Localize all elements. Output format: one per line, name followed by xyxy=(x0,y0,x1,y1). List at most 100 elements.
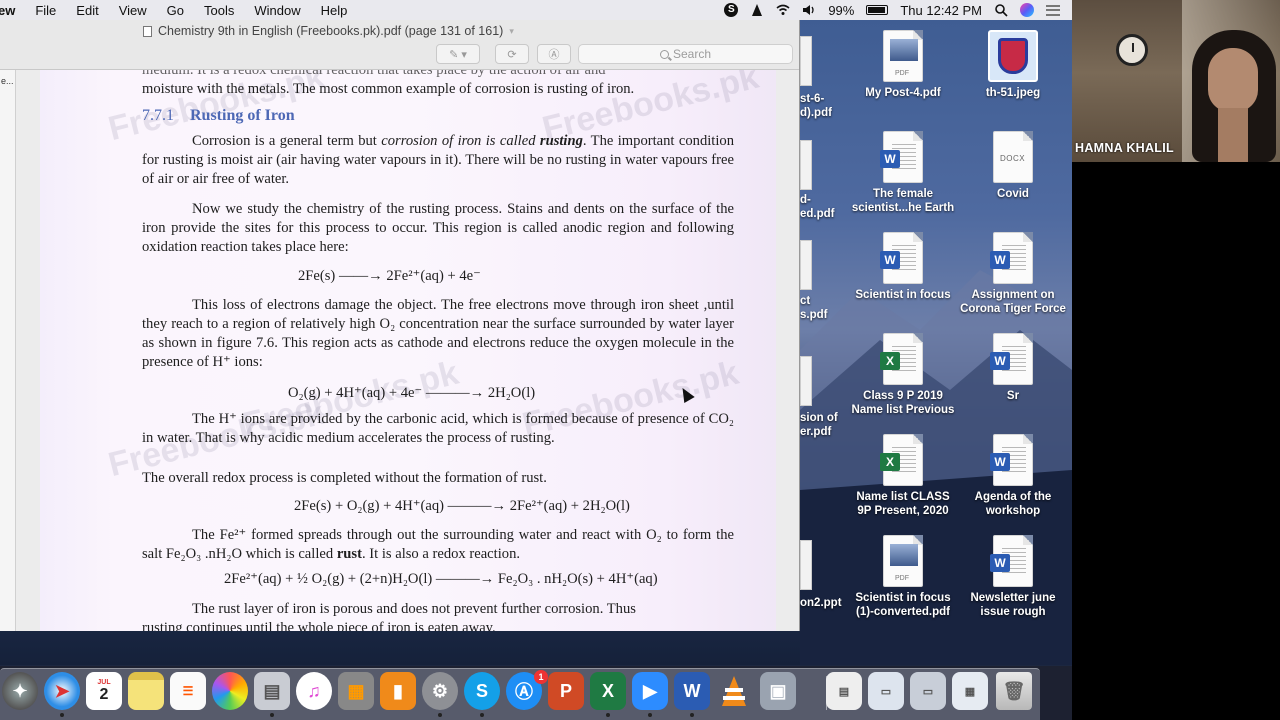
desktop-icon-label: Assignment on Corona Tiger Force xyxy=(960,289,1066,315)
pdf-file-icon: PDF xyxy=(883,30,923,82)
highlight-button[interactable]: ✎ ▾ xyxy=(436,44,480,64)
desktop-icon-scientist-converted[interactable]: PDF Scientist in focus (1)-converted.pdf xyxy=(848,535,958,619)
powerpoint-icon[interactable]: P xyxy=(548,672,584,710)
partial-file-icon[interactable] xyxy=(800,356,812,406)
status-area: S 99% Thu 12:42 PM xyxy=(724,3,1072,18)
desktop-icon-covid[interactable]: DOCX Covid xyxy=(958,131,1068,201)
desktop-icon-class-9p-2019[interactable]: X Class 9 P 2019 Name list Previous xyxy=(848,333,958,417)
image-capture-icon[interactable]: ▣ xyxy=(760,672,796,710)
equation: O₂(g) + 4H⁺(aq) + 4e⁻ ———→ 2H₂O(l) xyxy=(288,385,536,401)
ibooks-icon[interactable]: ▮ xyxy=(380,672,416,710)
desktop-icon-newsletter[interactable]: W Newsletter june issue rough xyxy=(958,535,1068,619)
desktop-icon-label: Newsletter june issue rough xyxy=(970,592,1056,618)
thumbnail-sidebar[interactable]: e... xyxy=(0,70,16,631)
desktop-icon-label: Agenda of the workshop xyxy=(974,491,1052,517)
skype-icon[interactable]: S xyxy=(464,672,500,710)
app-menu[interactable]: ew xyxy=(0,3,25,18)
menu-edit[interactable]: Edit xyxy=(66,3,108,18)
siri-icon[interactable] xyxy=(1020,3,1034,17)
partial-file-icon[interactable] xyxy=(800,540,812,590)
desktop-icon-sr[interactable]: W Sr xyxy=(958,333,1068,403)
section-title: Rusting of Iron xyxy=(190,107,295,124)
window-titlebar[interactable]: Chemistry 9th in English (Freebooks.pk).… xyxy=(0,20,799,42)
word-file-icon: W xyxy=(880,131,923,183)
calculator-icon[interactable]: ▦ xyxy=(338,672,374,710)
desktop-icon-female-scientist[interactable]: W The female scientist...he Earth xyxy=(848,131,958,215)
notes-icon[interactable] xyxy=(128,672,164,710)
paragraph: Corrosion is a general term but corrosio… xyxy=(142,133,735,187)
partial-label: st-6- xyxy=(800,93,825,105)
search-input[interactable]: Search xyxy=(578,44,793,64)
desktop-icon-assignment-corona[interactable]: W Assignment on Corona Tiger Force xyxy=(958,232,1068,316)
excel-icon[interactable]: X xyxy=(590,672,626,710)
partial-file-icon[interactable] xyxy=(800,36,812,86)
menu-bar: ew File Edit View Go Tools Window Help S… xyxy=(0,0,1072,20)
paragraph: Now we study the chemistry of the rustin… xyxy=(142,201,734,255)
menu-go[interactable]: Go xyxy=(157,3,194,18)
markup-button[interactable]: Ⓐ xyxy=(537,44,571,64)
preview-app-icon[interactable]: ▤ xyxy=(254,672,290,710)
dock-document-pdf[interactable]: ▤ xyxy=(826,672,862,710)
equation: 2Fe(s) ——→ 2Fe²⁺(aq) + 4e⁻ xyxy=(298,268,481,284)
itunes-icon[interactable]: ♫ xyxy=(296,672,332,710)
battery-icon[interactable] xyxy=(866,5,889,15)
calendar-day: 2 xyxy=(99,685,109,703)
image-file-icon xyxy=(988,30,1038,82)
word-file-icon: W xyxy=(990,333,1033,385)
notification-center-icon[interactable] xyxy=(1046,4,1060,16)
safari-icon[interactable]: ➤ xyxy=(44,672,80,710)
dock-document-window[interactable]: ▭ xyxy=(910,672,946,710)
menu-view[interactable]: View xyxy=(109,3,157,18)
wifi-icon[interactable] xyxy=(776,3,790,17)
partial-file-icon[interactable] xyxy=(800,140,812,190)
rotate-button[interactable]: ⟳ xyxy=(495,44,529,64)
desktop-icon-agenda-workshop[interactable]: W Agenda of the workshop xyxy=(958,434,1068,518)
word-icon[interactable]: W xyxy=(674,672,710,710)
trash-icon[interactable]: 🗑 xyxy=(996,672,1032,710)
menu-help[interactable]: Help xyxy=(311,3,358,18)
equation: 2Fe(s) + O₂(g) + 4H⁺(aq) ———→ 2Fe²⁺(aq) … xyxy=(294,498,630,514)
partial-label: d).pdf xyxy=(800,107,832,119)
vlc-status-icon[interactable] xyxy=(750,3,764,17)
zoom-icon[interactable]: ▶ xyxy=(632,672,668,710)
document-view[interactable]: Freebooks.pk Freebooks.pk Freebooks.pk F… xyxy=(16,70,799,631)
vlc-icon[interactable] xyxy=(716,672,752,710)
photos-icon[interactable] xyxy=(212,672,248,710)
partial-label: er.pdf xyxy=(800,426,832,438)
section-number: 7.7.1 xyxy=(142,107,174,124)
calendar-month: JUL xyxy=(97,678,111,686)
word-file-icon: W xyxy=(880,232,923,284)
reminders-icon[interactable]: ☰ xyxy=(170,672,206,710)
desktop-icon-label: Scientist in focus (1)-converted.pdf xyxy=(855,592,951,618)
word-file-icon: W xyxy=(990,232,1033,284)
dock-downloads-stack[interactable]: ▦ xyxy=(952,672,988,710)
desktop-icon-my-post-4[interactable]: PDF My Post-4.pdf xyxy=(848,30,958,100)
participant-video[interactable]: HAMNA KHALIL xyxy=(1072,0,1280,162)
paragraph: The H⁺ ions are provided by the carbonic… xyxy=(142,411,734,446)
spotlight-search-icon[interactable] xyxy=(994,3,1008,17)
desktop-icon-label: Class 9 P 2019 Name list Previous xyxy=(851,390,955,416)
volume-icon[interactable] xyxy=(802,3,816,17)
running-indicator xyxy=(648,713,652,717)
desktop-icon-th-51[interactable]: th-51.jpeg xyxy=(958,30,1068,100)
launchpad-icon[interactable]: ✦ xyxy=(2,672,38,710)
app-store-badge: 1 xyxy=(534,670,548,684)
menu-window[interactable]: Window xyxy=(244,3,310,18)
battery-percent[interactable]: 99% xyxy=(828,3,854,18)
paragraph: The rust layer of iron is porous and doe… xyxy=(142,601,636,631)
menu-tools[interactable]: Tools xyxy=(194,3,244,18)
desktop-icon-scientist-in-focus[interactable]: W Scientist in focus xyxy=(848,232,958,302)
system-preferences-icon[interactable]: ⚙ xyxy=(422,672,458,710)
desktop-icon-name-list-2020[interactable]: X Name list CLASS 9P Present, 2020 xyxy=(848,434,958,518)
skype-status-icon[interactable]: S xyxy=(724,3,739,17)
calendar-icon[interactable]: JUL 2 xyxy=(86,672,122,710)
section-heading: 7.7.1 Rusting of Iron xyxy=(142,107,295,125)
search-placeholder: Search xyxy=(672,47,712,61)
partial-file-icon[interactable] xyxy=(800,240,812,290)
chevron-down-icon[interactable]: ▾ xyxy=(509,26,514,37)
menubar-clock[interactable]: Thu 12:42 PM xyxy=(900,3,982,18)
participant-name: HAMNA KHALIL xyxy=(1075,141,1174,155)
dock-document-screenshot[interactable]: ▭ xyxy=(868,672,904,710)
video-panel: HAMNA KHALIL xyxy=(1072,0,1280,720)
menu-file[interactable]: File xyxy=(25,3,66,18)
